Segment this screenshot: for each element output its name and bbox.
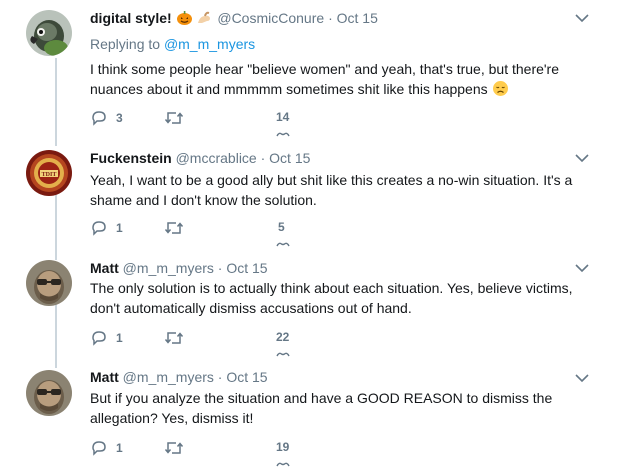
replying-to-mention[interactable]: @m_m_myers bbox=[164, 36, 255, 52]
reply-icon bbox=[92, 331, 106, 346]
display-name[interactable]: Matt bbox=[90, 369, 119, 385]
avatar[interactable] bbox=[26, 10, 72, 56]
avatar[interactable]: TDIT bbox=[26, 150, 72, 196]
chevron-down-icon[interactable] bbox=[575, 263, 589, 273]
reply-icon bbox=[92, 221, 106, 236]
retweet-icon bbox=[164, 332, 184, 344]
tweet[interactable]: Matt @m_m_myers · Oct 15 The only soluti… bbox=[0, 250, 627, 362]
tweet-text: Yeah, I want to be a good ally but shit … bbox=[90, 172, 573, 208]
reply-button[interactable]: 1 bbox=[90, 218, 123, 238]
display-name[interactable]: digital style! bbox=[90, 10, 172, 26]
separator-dot: · bbox=[328, 10, 333, 26]
tweet-text: But if you analyze the situation and hav… bbox=[90, 390, 553, 426]
svg-text:TDIT: TDIT bbox=[42, 172, 57, 178]
avatar[interactable] bbox=[26, 370, 72, 416]
like-icon[interactable] bbox=[276, 351, 290, 357]
separator-dot: · bbox=[217, 260, 223, 276]
reply-count: 1 bbox=[116, 331, 123, 345]
tweet[interactable]: TDIT Fuckenstein @mccrablice · Oct 15 Ye… bbox=[0, 140, 627, 255]
tweet[interactable]: digital style! @CosmicConure · Oct 15 Re… bbox=[0, 0, 627, 140]
like-icon[interactable] bbox=[276, 241, 290, 247]
retweet-icon bbox=[164, 112, 184, 124]
user-handle[interactable]: @m_m_myers bbox=[123, 260, 214, 276]
retweet-icon bbox=[164, 222, 184, 234]
tweet-date[interactable]: Oct 15 bbox=[269, 150, 310, 166]
avatar[interactable] bbox=[26, 260, 72, 306]
disappointed-face-emoji-icon bbox=[492, 80, 509, 102]
tweet-header: Matt @m_m_myers · Oct 15 bbox=[90, 260, 268, 276]
tweet-header: Fuckenstein @mccrablice · Oct 15 bbox=[90, 150, 310, 166]
like-count[interactable]: 19 bbox=[276, 440, 289, 454]
retweet-button[interactable] bbox=[164, 218, 192, 238]
replying-to: Replying to @m_m_myers bbox=[90, 36, 255, 52]
tweet-actions: 1 19 bbox=[90, 438, 350, 467]
chevron-down-icon[interactable] bbox=[575, 373, 589, 383]
chevron-down-icon[interactable] bbox=[575, 13, 589, 23]
retweet-button[interactable] bbox=[164, 108, 192, 128]
tweet-date[interactable]: Oct 15 bbox=[337, 10, 378, 26]
flexed-arm-emoji-icon bbox=[196, 9, 213, 29]
tweet-text-body: I think some people hear "believe women"… bbox=[90, 61, 560, 97]
display-name[interactable]: Matt bbox=[90, 260, 119, 276]
reply-count: 1 bbox=[116, 441, 123, 455]
reply-button[interactable]: 3 bbox=[90, 108, 123, 128]
like-icon[interactable] bbox=[276, 131, 290, 137]
tweet-date[interactable]: Oct 15 bbox=[226, 369, 267, 385]
like-icon[interactable] bbox=[276, 461, 290, 467]
user-handle[interactable]: @CosmicConure bbox=[217, 10, 324, 26]
replying-to-prefix: Replying to bbox=[90, 36, 164, 52]
reply-icon bbox=[92, 441, 106, 456]
tweet-actions: 3 14 bbox=[90, 108, 350, 137]
pumpkin-emoji-icon bbox=[176, 9, 193, 29]
separator-dot: · bbox=[260, 150, 266, 166]
separator-dot: · bbox=[217, 369, 223, 385]
tweet-text: I think some people hear "believe women"… bbox=[90, 59, 580, 102]
display-name[interactable]: Fuckenstein bbox=[90, 150, 172, 166]
chevron-down-icon[interactable] bbox=[575, 153, 589, 163]
retweet-icon bbox=[164, 442, 184, 454]
tweet-header: Matt @m_m_myers · Oct 15 bbox=[90, 369, 268, 385]
tweet-actions: 1 22 bbox=[90, 328, 350, 357]
tweet[interactable]: Matt @m_m_myers · Oct 15 But if you anal… bbox=[0, 360, 627, 468]
tweet-text: The only solution is to actually think a… bbox=[90, 280, 573, 316]
tweet-actions: 1 5 bbox=[90, 218, 350, 247]
tweet-date[interactable]: Oct 15 bbox=[226, 260, 267, 276]
retweet-button[interactable] bbox=[164, 438, 192, 458]
retweet-button[interactable] bbox=[164, 328, 192, 348]
reply-button[interactable]: 1 bbox=[90, 328, 123, 348]
reply-button[interactable]: 1 bbox=[90, 438, 123, 458]
like-count[interactable]: 22 bbox=[276, 330, 289, 344]
like-count[interactable]: 14 bbox=[276, 110, 289, 124]
user-handle[interactable]: @mccrablice bbox=[176, 150, 257, 166]
reply-icon bbox=[92, 111, 106, 126]
user-handle[interactable]: @m_m_myers bbox=[123, 369, 214, 385]
reply-count: 1 bbox=[116, 221, 123, 235]
tweet-header: digital style! @CosmicConure · Oct 15 bbox=[90, 9, 378, 29]
reply-count: 3 bbox=[116, 111, 123, 125]
like-count[interactable]: 5 bbox=[278, 220, 285, 234]
